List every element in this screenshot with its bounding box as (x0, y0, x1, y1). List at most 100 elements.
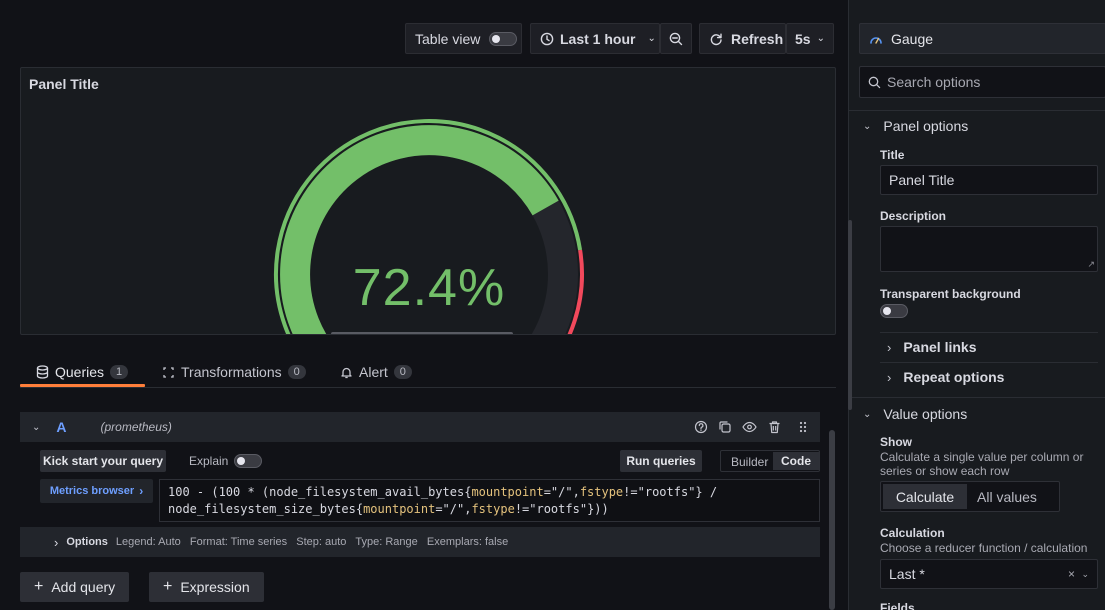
calculation-value: Last * (889, 566, 925, 582)
eye-icon[interactable] (742, 420, 757, 434)
help-icon[interactable] (694, 420, 708, 434)
tab-queries-label: Queries (55, 364, 105, 380)
refresh-interval-picker[interactable]: 5s ⌄ (786, 23, 834, 54)
explain-toggle[interactable] (234, 454, 262, 468)
query-ref-id[interactable]: A (56, 419, 66, 435)
chevron-down-icon: ⌄ (816, 33, 825, 44)
mode-builder-button[interactable]: Builder (731, 455, 768, 469)
plus-icon: + (163, 578, 173, 595)
panel-options-label: Panel options (883, 118, 969, 134)
tab-queries-count: 1 (110, 365, 129, 379)
calculation-select[interactable]: Last * × ⌄ (880, 559, 1098, 589)
resize-grip-icon: ↗ (1087, 259, 1095, 269)
table-view-switch[interactable] (489, 31, 518, 46)
duplicate-icon[interactable] (718, 420, 732, 434)
calculation-field-description: Choose a reducer function / calculation (880, 541, 1088, 555)
database-icon (36, 365, 49, 379)
refresh-button[interactable]: Refresh (699, 23, 786, 54)
metrics-browser-button[interactable]: Metrics browser › (40, 479, 153, 503)
query-code-line-2: node_filesystem_size_bytes{mountpoint="/… (168, 502, 609, 516)
tab-transformations-count: 0 (287, 365, 306, 379)
main-scrollbar[interactable] (829, 430, 835, 610)
search-icon (868, 76, 881, 89)
tab-alert[interactable]: Alert 0 (340, 360, 412, 384)
show-field-description: Calculate a single value per column or s… (880, 450, 1084, 478)
tabs-divider (20, 387, 836, 388)
add-expression-button[interactable]: + Expression (149, 572, 264, 602)
repeat-options-section[interactable]: › Repeat options (887, 369, 1004, 385)
search-options-placeholder: Search options (887, 74, 981, 90)
calculation-field-label: Calculation (880, 526, 945, 540)
visualization-picker[interactable]: Gauge (859, 23, 1105, 54)
value-options-section-header[interactable]: ⌄ Value options (863, 406, 967, 422)
query-code-line-1: 100 - (100 * (node_filesystem_avail_byte… (168, 485, 718, 499)
query-row-header[interactable]: ⌄ A (prometheus) (20, 412, 820, 442)
clock-icon (540, 32, 554, 46)
plus-icon: + (34, 578, 44, 595)
add-query-button[interactable]: + Add query (20, 572, 130, 602)
description-textarea[interactable]: ↗ (880, 226, 1098, 272)
table-view-toggle[interactable]: Table view (405, 23, 522, 54)
transparent-background-label: Transparent background (880, 287, 1021, 301)
options-label: Options (66, 536, 108, 548)
refresh-label: Refresh (731, 30, 784, 47)
refresh-icon (709, 32, 723, 46)
sidebar-divider (849, 397, 1105, 398)
drag-handle-icon[interactable] (798, 420, 808, 434)
bell-icon (340, 366, 353, 379)
transform-icon (162, 366, 175, 379)
chevron-right-icon: › (54, 534, 59, 550)
fields-field-label: Fields (880, 601, 915, 610)
clear-icon[interactable]: × (1068, 567, 1075, 581)
visualization-name: Gauge (891, 30, 934, 47)
panel-resize-handle[interactable] (331, 332, 513, 334)
chevron-right-icon: › (139, 484, 144, 498)
repeat-options-label: Repeat options (903, 369, 1005, 385)
trash-icon[interactable] (768, 420, 781, 434)
sidebar-divider (880, 332, 1098, 333)
options-summary: Legend: Auto Format: Time series Step: a… (115, 536, 509, 548)
tab-queries[interactable]: Queries 1 (36, 360, 129, 384)
table-view-label: Table view (415, 30, 481, 47)
panel-links-label: Panel links (903, 339, 977, 355)
sidebar-scrollbar[interactable] (848, 220, 852, 410)
collapse-chevron-icon[interactable]: ⌄ (32, 422, 40, 433)
sidebar-divider (880, 362, 1098, 363)
time-range-label: Last 1 hour (560, 30, 636, 47)
panel-options-section-header[interactable]: ⌄ Panel options (863, 118, 968, 134)
query-editor: ⌄ A (prometheus) Kick start your query E… (20, 412, 820, 558)
metrics-browser-label: Metrics browser (49, 485, 135, 497)
chevron-right-icon: › (887, 339, 892, 355)
editor-mode-switch: Builder Code (720, 450, 820, 472)
refresh-interval-value: 5s (795, 30, 811, 47)
tab-alert-count: 0 (393, 365, 412, 379)
panel-links-section[interactable]: › Panel links (887, 339, 977, 355)
run-queries-button[interactable]: Run queries (620, 450, 702, 472)
options-sidebar: Gauge Search options ⌄ Panel options Tit… (848, 0, 1105, 610)
show-mode-radio-group: Calculate All values (880, 481, 1060, 512)
chevron-down-icon: ⌄ (863, 120, 872, 132)
query-datasource: (prometheus) (100, 420, 172, 434)
gauge-icon (869, 33, 883, 45)
tab-transformations[interactable]: Transformations 0 (162, 360, 306, 384)
zoom-out-button[interactable] (660, 23, 692, 54)
query-options-row[interactable]: › Options Legend: Auto Format: Time seri… (20, 527, 820, 557)
panel-preview[interactable]: Panel Title 72.4% (20, 67, 836, 335)
tab-alert-label: Alert (359, 364, 388, 380)
chevron-down-icon: ⌄ (863, 408, 872, 420)
explain-label: Explain (189, 454, 229, 468)
mode-code-button[interactable]: Code (773, 452, 819, 470)
transparent-background-toggle[interactable] (880, 304, 908, 318)
kick-start-button[interactable]: Kick start your query (40, 450, 166, 472)
time-range-picker[interactable]: Last 1 hour ⌄ (530, 23, 660, 54)
show-field-label: Show (880, 435, 912, 449)
query-code-editor[interactable]: 100 - (100 * (node_filesystem_avail_byte… (159, 479, 820, 522)
search-options-input[interactable]: Search options (859, 66, 1105, 98)
tab-transformations-label: Transformations (181, 364, 282, 380)
calculate-option[interactable]: Calculate (883, 484, 967, 509)
add-query-label: Add query (51, 579, 116, 595)
title-input[interactable]: Panel Title (880, 165, 1098, 195)
gauge-value-text: 72.4% (352, 259, 506, 317)
chevron-down-icon: ⌄ (1081, 568, 1089, 579)
all-values-option[interactable]: All values (977, 489, 1037, 505)
